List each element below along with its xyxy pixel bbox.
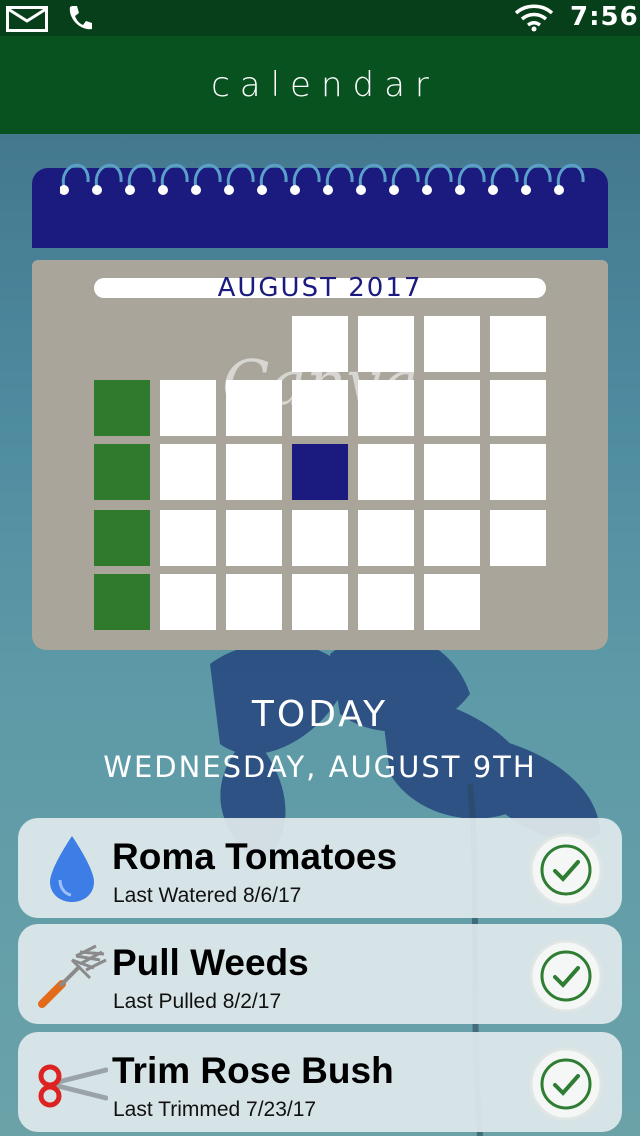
calendar-day-cell — [424, 574, 480, 630]
scissors-icon — [36, 1046, 109, 1118]
mail-icon — [6, 6, 48, 36]
check-button[interactable] — [528, 1046, 604, 1122]
calendar-day-cell — [358, 444, 414, 500]
calendar-day-cell — [226, 444, 282, 500]
task-title: Trim Rose Bush — [112, 1050, 394, 1091]
today-date: WEDNESDAY, AUGUST 9TH — [103, 750, 537, 784]
garden-fork-icon — [36, 938, 108, 1010]
calendar-day-cell — [160, 444, 216, 500]
task-card[interactable]: Roma Tomatoes Last Watered 8/6/17 — [18, 818, 622, 918]
calendar-day-cell — [160, 380, 216, 436]
page-title: calendar — [211, 65, 439, 105]
status-time: 7:56 — [570, 2, 639, 32]
task-card[interactable]: Pull Weeds Last Pulled 8/2/17 — [18, 924, 622, 1024]
calendar-day-cell — [490, 510, 546, 566]
task-subtitle: Last Trimmed 7/23/17 — [113, 1098, 317, 1121]
calendar-day-cell — [160, 510, 216, 566]
task-title: Pull Weeds — [112, 942, 309, 983]
calendar-day-cell — [94, 510, 150, 566]
calendar-day-cell — [292, 510, 348, 566]
water-drop-icon — [36, 832, 108, 904]
calendar-day-cell — [358, 510, 414, 566]
calendar-day-cell — [94, 574, 150, 630]
task-card[interactable]: Trim Rose Bush Last Trimmed 7/23/17 — [18, 1032, 622, 1132]
app-bar: calendar — [0, 36, 640, 134]
check-button[interactable] — [528, 938, 604, 1014]
calendar-day-cell — [424, 444, 480, 500]
calendar-day-cell — [424, 380, 480, 436]
check-button[interactable] — [528, 832, 604, 908]
calendar-day-cell — [424, 316, 480, 372]
calendar-day-cell — [490, 380, 546, 436]
calendar-day-cell — [160, 574, 216, 630]
calendar-day-cell — [424, 510, 480, 566]
watermark: Canva — [222, 346, 419, 419]
today-label: TODAY — [251, 694, 389, 735]
calendar-day-cell — [490, 316, 546, 372]
calendar-day-cell — [94, 380, 150, 436]
wifi-icon — [514, 4, 554, 36]
phone-icon — [66, 4, 94, 36]
task-subtitle: Last Pulled 8/2/17 — [113, 990, 282, 1013]
status-bar: 7:56 — [0, 0, 640, 36]
calendar-day-cell — [292, 574, 348, 630]
calendar-day-cell — [358, 574, 414, 630]
calendar-day-cell — [490, 444, 546, 500]
calendar-day-cell — [226, 510, 282, 566]
calendar-today-cell — [292, 444, 348, 500]
task-subtitle: Last Watered 8/6/17 — [113, 884, 302, 907]
task-title: Roma Tomatoes — [112, 836, 398, 877]
calendar-day-cell — [94, 444, 150, 500]
calendar-graphic: AUGUST 2017 Canva — [32, 163, 608, 650]
calendar-day-cell — [226, 574, 282, 630]
